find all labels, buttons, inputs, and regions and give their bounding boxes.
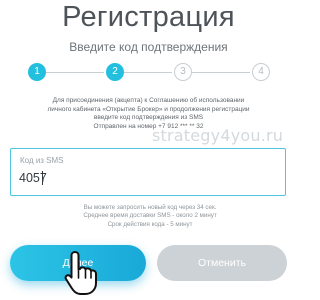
page-title: Регистрация — [62, 1, 235, 33]
note-line: Срок действия кода - 5 минут — [107, 220, 193, 228]
step-connector — [44, 72, 104, 73]
step-2: 2 — [106, 63, 124, 81]
step-3: 3 — [174, 63, 192, 81]
info-line: введите код подтверждения из SMS — [93, 114, 204, 122]
step-connector — [190, 72, 250, 73]
text-caret — [42, 171, 43, 185]
hand-pointer-icon — [64, 251, 97, 295]
sms-code-field[interactable]: Код из SMS 4057 — [10, 148, 286, 196]
page-subtitle: Введите код подтверждения — [69, 40, 228, 54]
watermark-text: strategy4you.ru — [152, 126, 284, 145]
step-connector — [122, 72, 172, 73]
sms-code-label: Код из SMS — [20, 156, 64, 165]
resend-note: Вы можете запросить новый код через 34 с… — [40, 204, 260, 229]
step-4: 4 — [252, 63, 270, 81]
step-indicator: 1 2 3 4 — [28, 61, 270, 85]
note-line: Вы можете запросить новый код через 34 с… — [83, 204, 217, 211]
info-line: личного кабинета «Открытие Брокер» и про… — [47, 105, 250, 113]
step-1: 1 — [28, 63, 46, 81]
note-line: Среднее время доставки SMS - около 2 мин… — [83, 212, 217, 220]
info-line: Для присоединения (акцепта) к Соглашению… — [52, 97, 245, 104]
cancel-button[interactable]: Отменить — [157, 245, 287, 281]
